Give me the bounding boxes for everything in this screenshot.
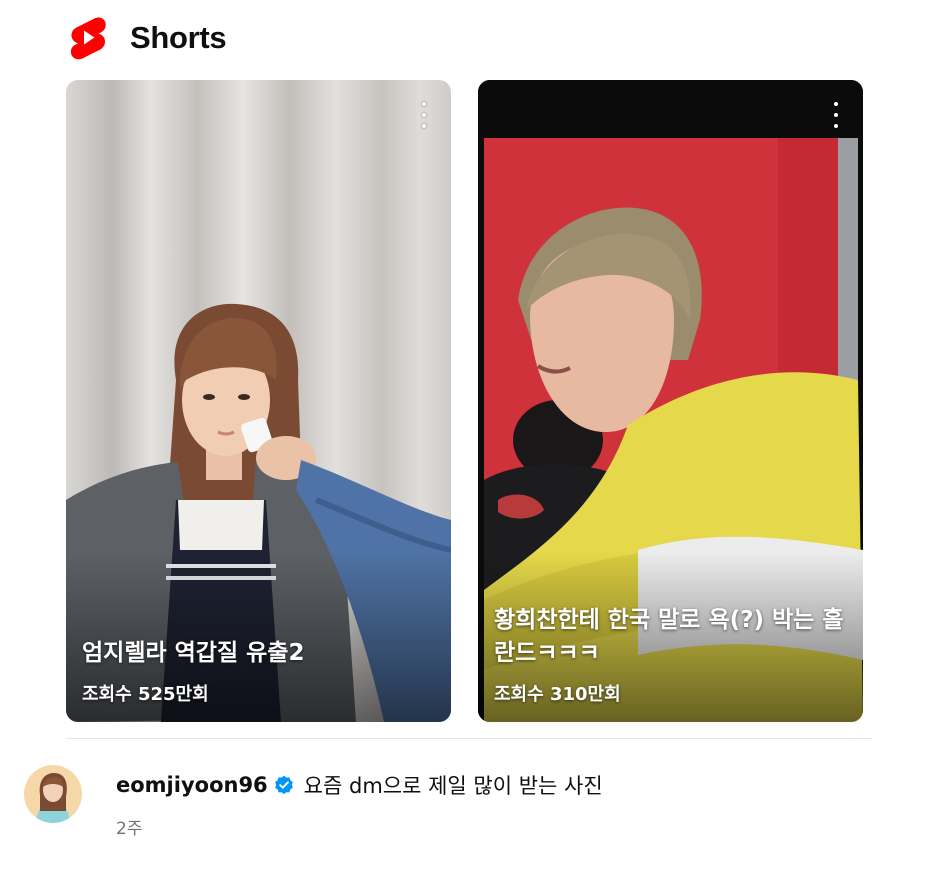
short-card-2[interactable]: 황희찬한테 한국 말로 욕(?) 박는 홀란드ㅋㅋㅋ 조회수 310만회	[478, 80, 863, 722]
divider	[66, 738, 872, 739]
more-vert-icon[interactable]	[417, 102, 431, 128]
short-views-2: 조회수 310만회	[494, 684, 621, 705]
short-title-1: 엄지렐라 역갑질 유출2	[82, 640, 305, 666]
caption-text: 요즘 dm으로 제일 많이 받는 사진	[303, 774, 603, 798]
short-views-1: 조회수 525만회	[82, 684, 209, 705]
avatar[interactable]	[24, 765, 82, 823]
more-vert-icon[interactable]	[829, 102, 843, 128]
shorts-section-title: Shorts	[130, 20, 227, 55]
username-link[interactable]: eomjiyoon96	[116, 773, 268, 797]
shorts-header: Shorts	[70, 14, 227, 62]
youtube-shorts-logo-icon	[70, 17, 106, 60]
post-caption: eomjiyoon96 요즘 dm으로 제일 많이 받는 사진	[116, 770, 603, 800]
short-title-2: 황희찬한테 한국 말로 욕(?) 박는 홀란드ㅋㅋㅋ	[494, 607, 844, 666]
post-timestamp: 2주	[116, 819, 143, 839]
verified-badge-icon	[274, 775, 293, 794]
short-card-1[interactable]: 엄지렐라 역갑질 유출2 조회수 525만회	[66, 80, 451, 722]
